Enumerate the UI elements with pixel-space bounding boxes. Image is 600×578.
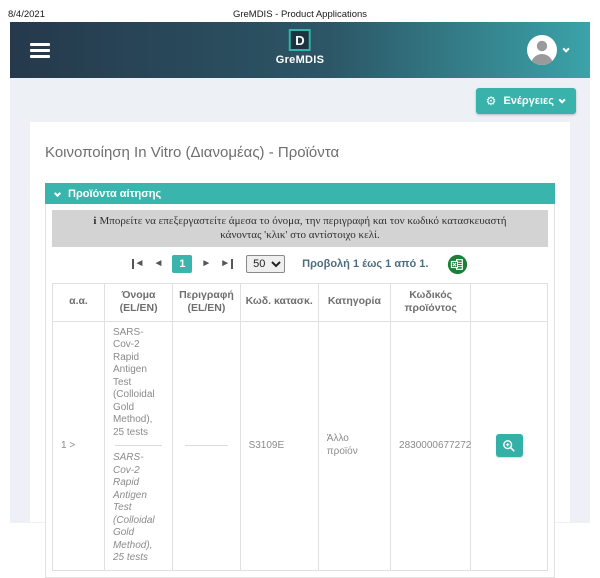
products-table: α.α. Όνομα (EL/EN) Περιγραφή (EL/EN) Κωδ… [52, 283, 548, 571]
col-header-description: Περιγραφή (EL/EN) [173, 283, 240, 321]
table-row: 1 > SARS-Cov-2 Rapid Antigen Test (Collo… [53, 321, 548, 570]
pagination-bar: ◄ ◄ 1 ► ► 50 Προβολή 1 έως 1 από 1. [52, 247, 548, 281]
user-menu[interactable] [527, 35, 570, 65]
person-icon [527, 35, 557, 65]
actions-row: ⚙ Ενέργειες [10, 88, 590, 114]
cell-product-name[interactable]: SARS-Cov-2 Rapid Antigen Test (Colloidal… [104, 321, 172, 570]
cell-product-description[interactable] [173, 321, 240, 570]
cell-actions [471, 321, 548, 570]
col-header-product-code: Κωδικός προϊόντος [391, 283, 471, 321]
chevron-down-icon [559, 96, 566, 103]
app-window: D GreMDIS ⚙ Ενέργειες Κοινοποίηση In Vit… [10, 22, 590, 523]
print-title: GreMDIS - Product Applications [180, 9, 420, 20]
actions-button-label: Ενέργειες [503, 95, 554, 107]
view-product-button[interactable] [496, 434, 523, 457]
col-header-index: α.α. [53, 283, 105, 321]
product-name-el[interactable]: SARS-Cov-2 Rapid Antigen Test (Colloidal… [113, 327, 164, 440]
cell-category: Άλλο προϊόν [318, 321, 390, 570]
description-divider [185, 445, 227, 446]
print-date: 8/4/2021 [8, 9, 180, 20]
collapse-chevron-icon [54, 190, 61, 197]
products-panel-header[interactable]: Προϊόντα αίτησης [45, 183, 555, 204]
products-panel: Προϊόντα αίτησης iΜπορείτε να επεξεργαστ… [45, 183, 555, 578]
brand-name: GreMDIS [276, 54, 325, 66]
product-name-en[interactable]: SARS-Cov-2 Rapid Antigen Test (Colloidal… [113, 452, 164, 565]
prev-page-button[interactable]: ◄ [153, 259, 163, 269]
pagination-summary: Προβολή 1 έως 1 από 1. [302, 258, 428, 270]
actions-button[interactable]: ⚙ Ενέργειες [476, 88, 576, 114]
cell-manufacturer-code[interactable]: S3109E [240, 321, 318, 570]
col-header-category: Κατηγορία [318, 283, 390, 321]
page-title: Κοινοποίηση In Vitro (Διανομέας) - Προϊό… [45, 144, 555, 161]
content-area: ⚙ Ενέργειες Κοινοποίηση In Vitro (Διανομ… [10, 78, 590, 523]
col-header-manufacturer-code: Κωδ. κατασκ. [240, 283, 318, 321]
print-header: 8/4/2021 GreMDIS - Product Applications [0, 0, 600, 22]
chevron-down-icon [563, 45, 570, 52]
next-page-button[interactable]: ► [201, 259, 211, 269]
current-page-button[interactable]: 1 [172, 255, 192, 273]
table-header-row: α.α. Όνομα (EL/EN) Περιγραφή (EL/EN) Κωδ… [53, 283, 548, 321]
app-header-bar: D GreMDIS [10, 22, 590, 78]
excel-icon [447, 254, 468, 275]
export-excel-button[interactable] [447, 254, 468, 275]
page-size-select[interactable]: 50 [246, 255, 285, 273]
user-avatar[interactable] [527, 35, 557, 65]
products-panel-title: Προϊόντα αίτησης [68, 188, 161, 200]
info-text: Μπορείτε να επεξεργαστείτε άμεσα το όνομ… [99, 215, 506, 241]
cell-row-index: 1 > [53, 321, 105, 570]
hamburger-menu-icon[interactable] [30, 40, 50, 61]
cell-product-code: 2830000677272 [391, 321, 471, 570]
first-page-button[interactable]: ◄ [132, 259, 145, 269]
page-card: Κοινοποίηση In Vitro (Διανομέας) - Προϊό… [30, 122, 570, 522]
magnifier-plus-icon [502, 439, 516, 453]
col-header-name: Όνομα (EL/EN) [104, 283, 172, 321]
app-logo[interactable]: D GreMDIS [276, 29, 325, 66]
logo-letter: D [289, 29, 311, 51]
products-panel-body: iΜπορείτε να επεξεργαστείτε άμεσα το όνο… [45, 204, 555, 578]
col-header-actions [471, 283, 548, 321]
cogs-icon: ⚙ [486, 95, 497, 107]
name-divider [115, 445, 162, 446]
info-banner: iΜπορείτε να επεξεργαστείτε άμεσα το όνο… [52, 210, 548, 247]
info-icon: i [93, 215, 96, 227]
last-page-button[interactable]: ► [220, 259, 233, 269]
